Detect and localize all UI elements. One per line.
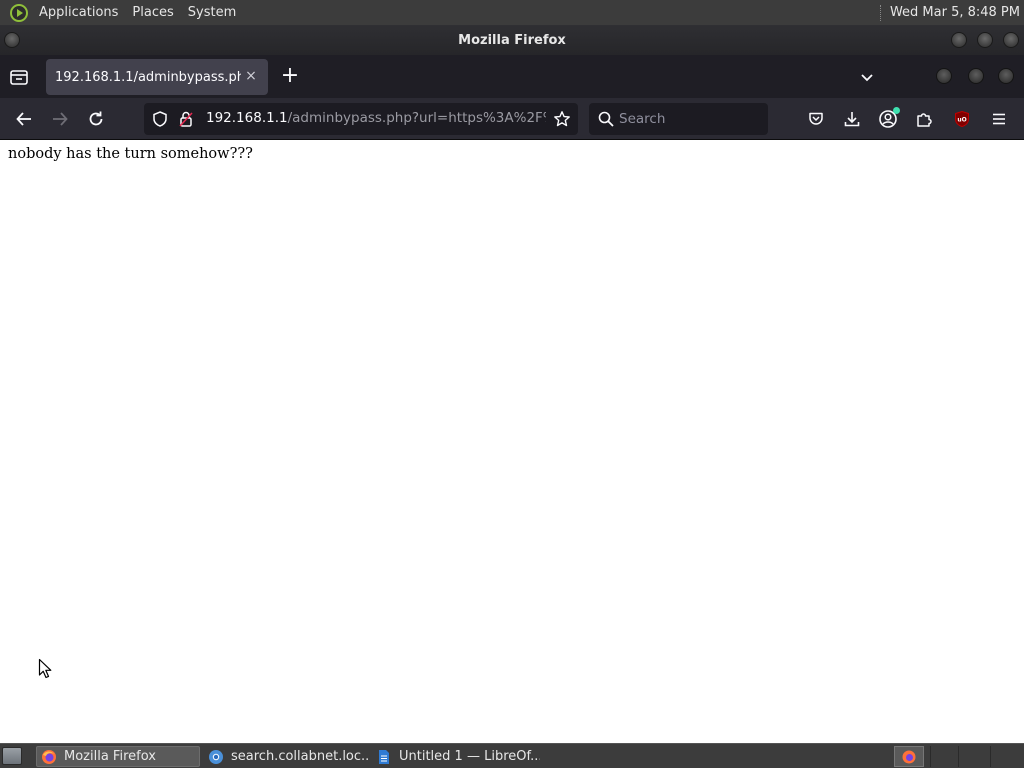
- system-menu[interactable]: System: [181, 5, 243, 20]
- pocket-icon: [809, 112, 823, 125]
- star-icon: [554, 111, 570, 127]
- firefox-workspace-icon: [902, 750, 916, 763]
- maximize-button[interactable]: [977, 32, 993, 48]
- window-title: Mozilla Firefox: [458, 32, 566, 48]
- url-bar[interactable]: 192.168.1.1/adminbypass.php?url=https%3A…: [144, 103, 578, 135]
- tabstrip-close-button[interactable]: [998, 68, 1014, 84]
- tab-close-button[interactable]: ×: [243, 67, 259, 85]
- downloads-button[interactable]: [840, 107, 864, 131]
- download-icon: [844, 112, 860, 127]
- workspace-divider: [958, 746, 959, 767]
- firefox-icon: [42, 749, 56, 764]
- ublock-shield-icon: uO: [955, 110, 969, 128]
- tab-adminbypass[interactable]: 192.168.1.1/adminbypass.php?url=https%3A…: [46, 59, 268, 95]
- forward-button[interactable]: [48, 107, 72, 131]
- minimize-button[interactable]: [951, 32, 967, 48]
- clock[interactable]: Wed Mar 5, 8:48 PM: [890, 5, 1024, 20]
- top-panel: Applications Places System Wed Mar 5, 8:…: [0, 0, 1024, 25]
- arrow-right-icon: [53, 112, 68, 126]
- list-all-tabs-button[interactable]: [856, 67, 878, 89]
- firefox-view-icon: [10, 70, 28, 85]
- reload-button[interactable]: [84, 107, 108, 131]
- page-content: nobody has the turn somehow???: [0, 140, 1024, 743]
- extensions-button[interactable]: [912, 107, 936, 131]
- tab-strip: 192.168.1.1/adminbypass.php?url=https%3A…: [0, 55, 1024, 98]
- task-chromium[interactable]: search.collabnet.loc...: [204, 746, 370, 767]
- url-path: /adminbypass.php?url=https%3A%2F%2F...: [287, 110, 546, 126]
- tabstrip-minimize-button[interactable]: [936, 68, 952, 84]
- search-input[interactable]: [619, 109, 759, 129]
- workspace-divider: [990, 746, 991, 767]
- search-icon: [598, 111, 614, 127]
- task-libreoffice[interactable]: Untitled 1 — LibreOf...: [372, 746, 540, 767]
- task-label: search.collabnet.loc...: [231, 749, 370, 764]
- site-security-button[interactable]: [174, 107, 198, 131]
- reload-icon: [89, 111, 103, 126]
- puzzle-piece-icon: [917, 113, 932, 127]
- libreoffice-writer-icon: [379, 749, 389, 764]
- task-label: Untitled 1 — LibreOf...: [399, 749, 540, 764]
- applications-menu[interactable]: Applications: [32, 5, 125, 20]
- app-menu-button[interactable]: [987, 107, 1011, 131]
- chromium-icon: [209, 749, 223, 764]
- window-titlebar[interactable]: Mozilla Firefox: [0, 25, 1024, 55]
- ublock-origin-button[interactable]: uO: [950, 107, 974, 131]
- tab-title: 192.168.1.1/adminbypass.php?url=https%3A…: [55, 69, 241, 85]
- places-menu[interactable]: Places: [125, 5, 180, 20]
- url-text[interactable]: 192.168.1.1/adminbypass.php?url=https%3A…: [206, 110, 546, 126]
- task-label: Mozilla Firefox: [64, 749, 156, 764]
- show-desktop-button[interactable]: [2, 747, 22, 765]
- arrow-left-icon: [16, 112, 31, 126]
- workspace-switcher[interactable]: [894, 746, 924, 767]
- close-window-button[interactable]: [1003, 32, 1019, 48]
- page-body-text: nobody has the turn somehow???: [8, 146, 253, 162]
- account-notification-dot: [893, 107, 900, 114]
- shield-icon: [153, 111, 167, 127]
- svg-text:uO: uO: [957, 117, 966, 124]
- bottom-taskbar: Mozilla Firefox search.collabnet.loc... …: [0, 743, 1024, 768]
- bookmark-page-button[interactable]: [550, 107, 574, 131]
- navigation-toolbar: 192.168.1.1/adminbypass.php?url=https%3A…: [0, 98, 1024, 140]
- hamburger-menu-icon: [993, 113, 1005, 125]
- search-bar[interactable]: [589, 103, 768, 135]
- distro-logo-icon[interactable]: [10, 3, 28, 22]
- mouse-pointer-icon: [38, 658, 52, 679]
- chevron-down-icon: [861, 74, 873, 82]
- url-host: 192.168.1.1: [206, 110, 288, 126]
- pocket-button[interactable]: [804, 107, 828, 131]
- tracking-protection-button[interactable]: [148, 107, 172, 131]
- firefox-view-button[interactable]: [8, 66, 30, 88]
- panel-grip-icon: [879, 4, 882, 21]
- new-tab-button[interactable]: +: [278, 65, 302, 89]
- workspace-divider: [930, 746, 931, 767]
- back-button[interactable]: [12, 107, 36, 131]
- account-button[interactable]: [876, 107, 900, 131]
- window-menu-button[interactable]: [4, 32, 20, 48]
- tabstrip-maximize-button[interactable]: [968, 68, 984, 84]
- task-firefox[interactable]: Mozilla Firefox: [36, 746, 200, 767]
- lock-insecure-icon: [179, 111, 193, 127]
